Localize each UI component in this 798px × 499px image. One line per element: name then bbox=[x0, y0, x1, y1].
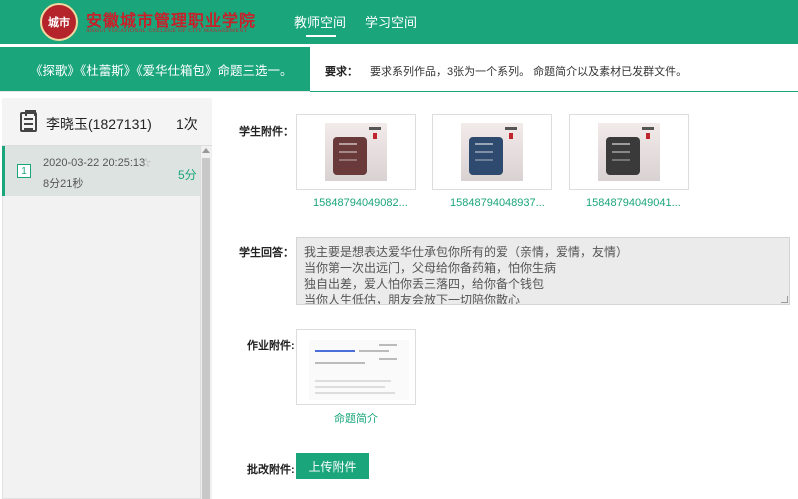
record-index-badge: 1 bbox=[17, 164, 31, 178]
attachment-filename-1[interactable]: 15848794049082... bbox=[313, 197, 408, 209]
suitcase-image bbox=[325, 123, 387, 181]
nav-learning-space[interactable]: 学习空间 bbox=[365, 12, 417, 31]
scroll-up-arrow-icon[interactable] bbox=[202, 148, 210, 153]
answer-line: 独自出差，爱人怕你丢三落四，给你备个钱包 bbox=[304, 277, 545, 291]
suitcase-image bbox=[598, 123, 660, 181]
nav-teacher-space[interactable]: 教师空间 bbox=[294, 12, 346, 31]
attachment-thumbnail-3[interactable] bbox=[569, 114, 689, 190]
answer-line: 当你人生低估，朋友会放下一切陪你散心 bbox=[304, 293, 521, 305]
review-attachment-label: 批改附件: bbox=[247, 464, 295, 476]
homework-attachment-thumbnail[interactable] bbox=[296, 329, 416, 405]
document-preview bbox=[309, 340, 409, 400]
answer-line: 当你第一次出远门，父母给你备药箱，怕你生病 bbox=[304, 261, 557, 275]
banner-divider bbox=[310, 91, 798, 92]
student-attachments-label: 学生附件： bbox=[239, 126, 294, 138]
requirement-label: 要求： bbox=[325, 66, 358, 78]
record-score: 5分 bbox=[178, 168, 197, 182]
suitcase-image bbox=[461, 123, 523, 181]
brand-logo bbox=[642, 127, 654, 130]
nav-active-indicator bbox=[306, 35, 336, 37]
school-logo[interactable]: 城市 bbox=[40, 3, 78, 41]
attachment-thumbnail-2[interactable] bbox=[432, 114, 552, 190]
record-timestamp: 2020-03-22 20:25:13 bbox=[43, 157, 146, 169]
logo-badge-text: 城市 bbox=[48, 17, 70, 29]
document-list-icon bbox=[20, 110, 37, 132]
student-answer-textarea[interactable]: 我主要是想表达爱华仕承包你所有的爱（亲情，爱情，友情） 当你第一次出远门，父母给… bbox=[296, 237, 790, 305]
homework-attachment-label: 作业附件: bbox=[247, 340, 295, 352]
assignment-title: 《探歌》《杜蕾斯》《爱华仕箱包》命题三选一。 bbox=[0, 47, 310, 91]
scrollbar-thumb[interactable] bbox=[202, 158, 210, 499]
brand-logo bbox=[369, 127, 381, 130]
attachment-thumbnail-1[interactable] bbox=[296, 114, 416, 190]
upload-attachment-button[interactable]: 上传附件 bbox=[296, 453, 369, 479]
answer-line: 我主要是想表达爱华仕承包你所有的爱（亲情，爱情，友情） bbox=[304, 245, 629, 259]
submission-count: 1次 bbox=[176, 116, 198, 132]
attachment-filename-2[interactable]: 15848794048937... bbox=[450, 197, 545, 209]
student-answer-label: 学生回答： bbox=[239, 247, 294, 259]
school-name-english: ANHUI VOCATIONAL COLLEGE OF CITY MANAGEM… bbox=[86, 28, 248, 34]
requirement-text: 要求系列作品，3张为一个系列。 命题简介以及素材已发群文件。 bbox=[370, 66, 688, 78]
homework-attachment-link[interactable]: 命题简介 bbox=[334, 410, 378, 426]
resize-grip-icon[interactable] bbox=[781, 296, 788, 303]
record-duration: 8分21秒 bbox=[43, 178, 84, 190]
star-icon[interactable]: ☆ bbox=[140, 155, 152, 171]
attachment-filename-3[interactable]: 15848794049041... bbox=[586, 197, 681, 209]
student-name: 李晓玉(1827131) bbox=[46, 116, 152, 132]
submission-record-item[interactable] bbox=[2, 146, 200, 196]
brand-logo bbox=[505, 127, 517, 130]
